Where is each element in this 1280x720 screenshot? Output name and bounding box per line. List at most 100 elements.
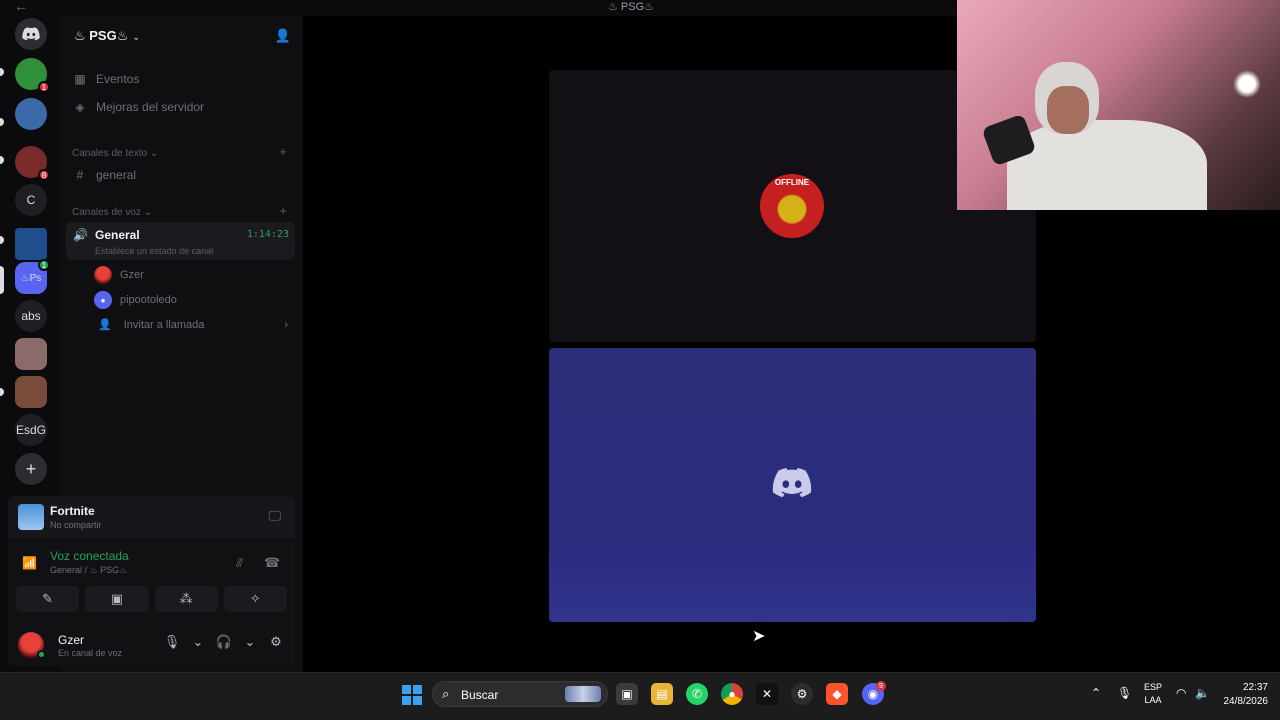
sidebar-item-eventos[interactable]: ▦ Eventos: [72, 72, 139, 86]
server-icon[interactable]: C: [15, 184, 47, 216]
game-icon: [18, 504, 44, 530]
language-indicator[interactable]: ESP LAA: [1142, 681, 1164, 707]
soundboard-button[interactable]: ✧: [223, 586, 287, 612]
server-icon[interactable]: EsdG: [15, 414, 47, 446]
calendar-icon: ▦: [74, 72, 86, 86]
chevron-down-icon[interactable]: ⌄: [239, 634, 261, 650]
server-icon[interactable]: 8: [15, 146, 50, 181]
person-icon: 👤: [98, 319, 112, 331]
back-arrow-icon[interactable]: ←: [14, 0, 28, 14]
sidebar-item-mejoras[interactable]: ◈ Mejoras del servidor: [72, 100, 204, 114]
server-icon-psg[interactable]: ♨Ps 1: [15, 259, 50, 294]
voice-user-name: pipootoledo: [120, 294, 177, 306]
channel-label: general: [96, 168, 137, 182]
microphone-icon[interactable]: 🎙: [161, 634, 183, 650]
noise-suppression-icon[interactable]: ⫻: [236, 556, 243, 571]
volume-icon[interactable]: 🔈: [1195, 686, 1210, 700]
channel-status[interactable]: Establece un estado de canal: [95, 246, 213, 256]
discord-window: ← ♨ PSG♨ 1 8 C ♨Ps 1 abs EsdG + ♨ PSG♨ ⌄ 👤…: [0, 0, 1280, 672]
user-status: En canal de voz: [58, 648, 123, 658]
clock[interactable]: 22:37 24/8/2026: [1222, 681, 1269, 709]
camera-off-button[interactable]: ✎: [16, 586, 80, 612]
offline-label: OFFLINE: [774, 178, 810, 187]
voice-user[interactable]: Gzer: [94, 266, 144, 284]
chevron-up-icon[interactable]: ⌃: [1091, 686, 1101, 700]
mouse-cursor-icon: ➤: [752, 628, 766, 645]
user-name[interactable]: Gzer: [58, 633, 84, 647]
steam-icon[interactable]: ⚙: [791, 683, 813, 705]
voice-actions: ✎ ▣ ⁂ ✧: [16, 586, 287, 612]
file-explorer-icon[interactable]: ▤: [651, 683, 673, 705]
server-initials: C: [26, 193, 36, 207]
discord-icon: [772, 468, 812, 498]
voice-connected-label[interactable]: Voz conectada: [50, 549, 129, 563]
server-header[interactable]: ♨ PSG♨ ⌄: [74, 28, 140, 44]
user-controls: 🎙 ⌄ 🎧 ⌄ ⚙: [161, 634, 287, 650]
notification-badge: 1: [38, 81, 50, 93]
lamp-light: [1233, 70, 1261, 98]
person-body: [1007, 120, 1207, 210]
voice-user[interactable]: ● pipootoledo: [94, 291, 177, 309]
notification-badge: 1: [38, 259, 50, 271]
create-channel-icon[interactable]: +: [279, 203, 287, 218]
time-label: 22:37: [1242, 682, 1268, 693]
screen-share-icon[interactable]: 🖵: [268, 508, 281, 524]
signal-icon: 📶: [22, 556, 37, 570]
category-label: Canales de texto: [72, 148, 148, 159]
voice-connected-channel[interactable]: General / ♨ PSG♨: [50, 565, 127, 576]
unread-pip: [0, 118, 4, 126]
server-initials: EsdG: [15, 423, 46, 437]
search-icon: ⌕: [442, 686, 450, 701]
server-name: ♨ PSG♨: [74, 28, 129, 43]
server-icon[interactable]: [15, 98, 47, 130]
microphone-tray-icon[interactable]: 🎙: [1117, 686, 1132, 700]
disconnect-icon[interactable]: ☎: [264, 555, 280, 571]
taskbar-search[interactable]: ⌕ Buscar: [432, 681, 608, 707]
participant-tile[interactable]: [549, 348, 1036, 622]
add-member-icon[interactable]: 👤: [275, 28, 291, 44]
activity-card: Fortnite No compartir 🖵: [8, 496, 295, 538]
windows-start-icon[interactable]: [402, 685, 422, 705]
plus-icon: +: [25, 458, 37, 479]
chevron-down-icon[interactable]: ⌄: [187, 634, 209, 650]
language-code: ESP: [1143, 682, 1162, 692]
discord-badge: 9: [876, 681, 886, 691]
boost-icon: ◈: [75, 100, 85, 114]
wifi-icon[interactable]: ◠: [1176, 686, 1186, 700]
sidebar-item-label: Mejoras del servidor: [96, 100, 205, 114]
server-icon[interactable]: [15, 228, 47, 260]
home-discord-icon[interactable]: [15, 18, 47, 50]
server-initials: abs: [21, 309, 41, 323]
chrome-icon[interactable]: ●: [721, 683, 743, 705]
gear-icon[interactable]: ⚙: [265, 634, 287, 650]
headphones-icon[interactable]: 🎧: [213, 634, 235, 650]
server-icon[interactable]: 1: [15, 58, 50, 93]
share-screen-button[interactable]: ▣: [85, 586, 149, 612]
whatsapp-icon[interactable]: ✆: [686, 683, 708, 705]
category-voice-channels[interactable]: Canales de voz ⌄: [72, 207, 152, 218]
voice-user-name: Gzer: [120, 269, 144, 281]
voice-channel-general[interactable]: 🔊 General 1:14:23 Establece un estado de…: [66, 222, 295, 260]
channel-general[interactable]: # general: [72, 168, 136, 182]
activities-button[interactable]: ⁂: [154, 586, 218, 612]
server-icon[interactable]: [15, 376, 47, 408]
add-server-icon[interactable]: +: [15, 453, 47, 485]
server-icon[interactable]: [15, 338, 47, 370]
create-channel-icon[interactable]: +: [279, 144, 287, 159]
server-icon[interactable]: abs: [15, 300, 47, 332]
speaker-icon: 🔊: [73, 228, 88, 242]
avatar: ●: [94, 291, 112, 309]
task-view-icon[interactable]: ▣: [616, 683, 638, 705]
avatar: [94, 266, 112, 284]
capcut-icon[interactable]: ✕: [756, 683, 778, 705]
layout-code: LAA: [1144, 695, 1162, 705]
date-label: 24/8/2026: [1223, 696, 1269, 707]
unread-pip: [0, 388, 4, 396]
voice-channel-name: General: [95, 228, 140, 242]
sidebar-item-label: Eventos: [96, 72, 140, 86]
brave-icon[interactable]: ◆: [826, 683, 848, 705]
invite-to-call[interactable]: 👤 Invitar a llamada ›: [98, 318, 288, 332]
game-name: Fortnite: [50, 504, 95, 518]
category-text-channels[interactable]: Canales de texto ⌄: [72, 148, 158, 159]
server-initials: ♨Ps: [20, 272, 42, 284]
